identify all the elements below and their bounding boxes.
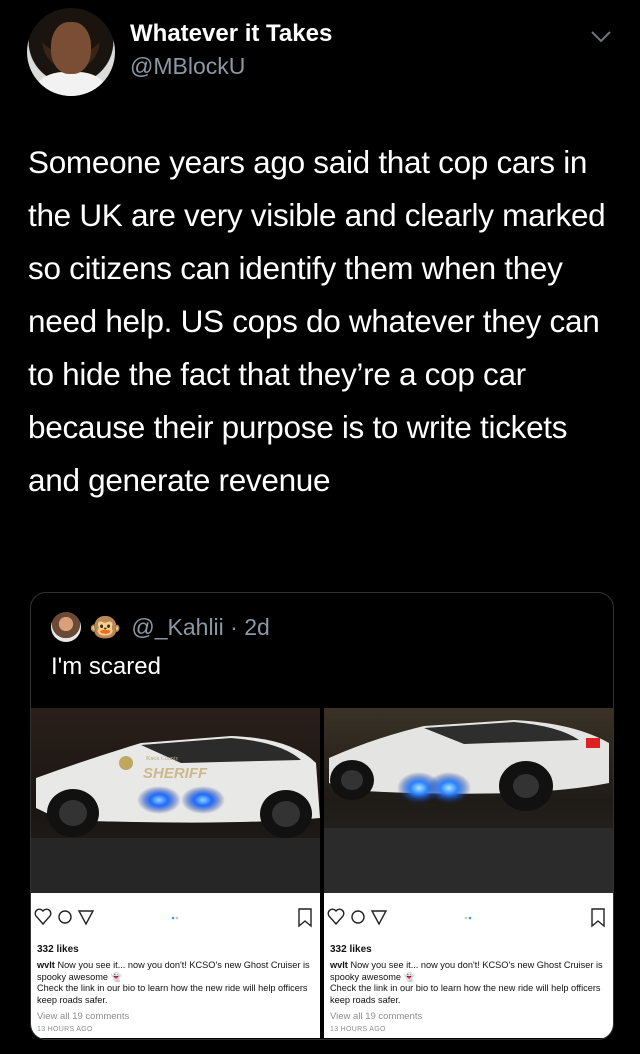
- instagram-post-right: 332 likes wvlt Now you see it... now you…: [324, 708, 613, 1038]
- post-timestamp: 13 HOURS AGO: [330, 1026, 386, 1033]
- share-icon: [77, 910, 95, 926]
- profile-avatar[interactable]: [27, 8, 115, 96]
- quoted-avatar[interactable]: [51, 612, 81, 642]
- share-icon: [370, 910, 388, 926]
- ghost-car-photo: [324, 708, 613, 893]
- view-comments-link: View all 19 comments: [37, 1011, 130, 1022]
- heart-icon: [327, 908, 345, 926]
- display-name[interactable]: Whatever it Takes: [130, 20, 332, 48]
- post-timestamp: 13 HOURS AGO: [37, 1026, 93, 1033]
- chevron-down-icon[interactable]: [590, 30, 612, 44]
- monkey-emoji-icon: 🐵: [89, 612, 122, 642]
- door-text: Knox County: [146, 756, 179, 762]
- post-action-bar: [34, 908, 312, 928]
- quoted-tweet-header: 🐵 @_Kahlii · 2d: [51, 611, 270, 643]
- sheriff-car-photo: Knox County SHERIFF: [31, 708, 320, 893]
- tweet-text: Someone years ago said that cop cars in …: [28, 144, 606, 498]
- quoted-text: I'm scared: [51, 653, 161, 680]
- post-action-bar: [327, 908, 605, 928]
- user-handle[interactable]: @MBlockU: [130, 53, 245, 80]
- post-caption: wvlt Now you see it... now you don't! KC…: [37, 960, 310, 1005]
- heart-icon: [34, 908, 52, 926]
- bookmark-icon: [298, 908, 312, 928]
- post-caption: wvlt Now you see it... now you don't! KC…: [330, 960, 603, 1005]
- door-sheriff-text: SHERIFF: [143, 765, 208, 782]
- likes-count: 332 likes: [330, 944, 372, 955]
- instagram-post-left: Knox County SHERIFF 332 likes wvlt Now y…: [31, 708, 320, 1038]
- view-comments-link: View all 19 comments: [330, 1011, 423, 1022]
- comment-icon: [351, 910, 365, 924]
- comment-icon: [58, 910, 72, 924]
- quoted-handle[interactable]: @_Kahlii · 2d: [131, 614, 269, 641]
- quoted-tweet[interactable]: 🐵 @_Kahlii · 2d I'm scared Knox County S…: [30, 592, 614, 1040]
- likes-count: 332 likes: [37, 944, 79, 955]
- bookmark-icon: [591, 908, 605, 928]
